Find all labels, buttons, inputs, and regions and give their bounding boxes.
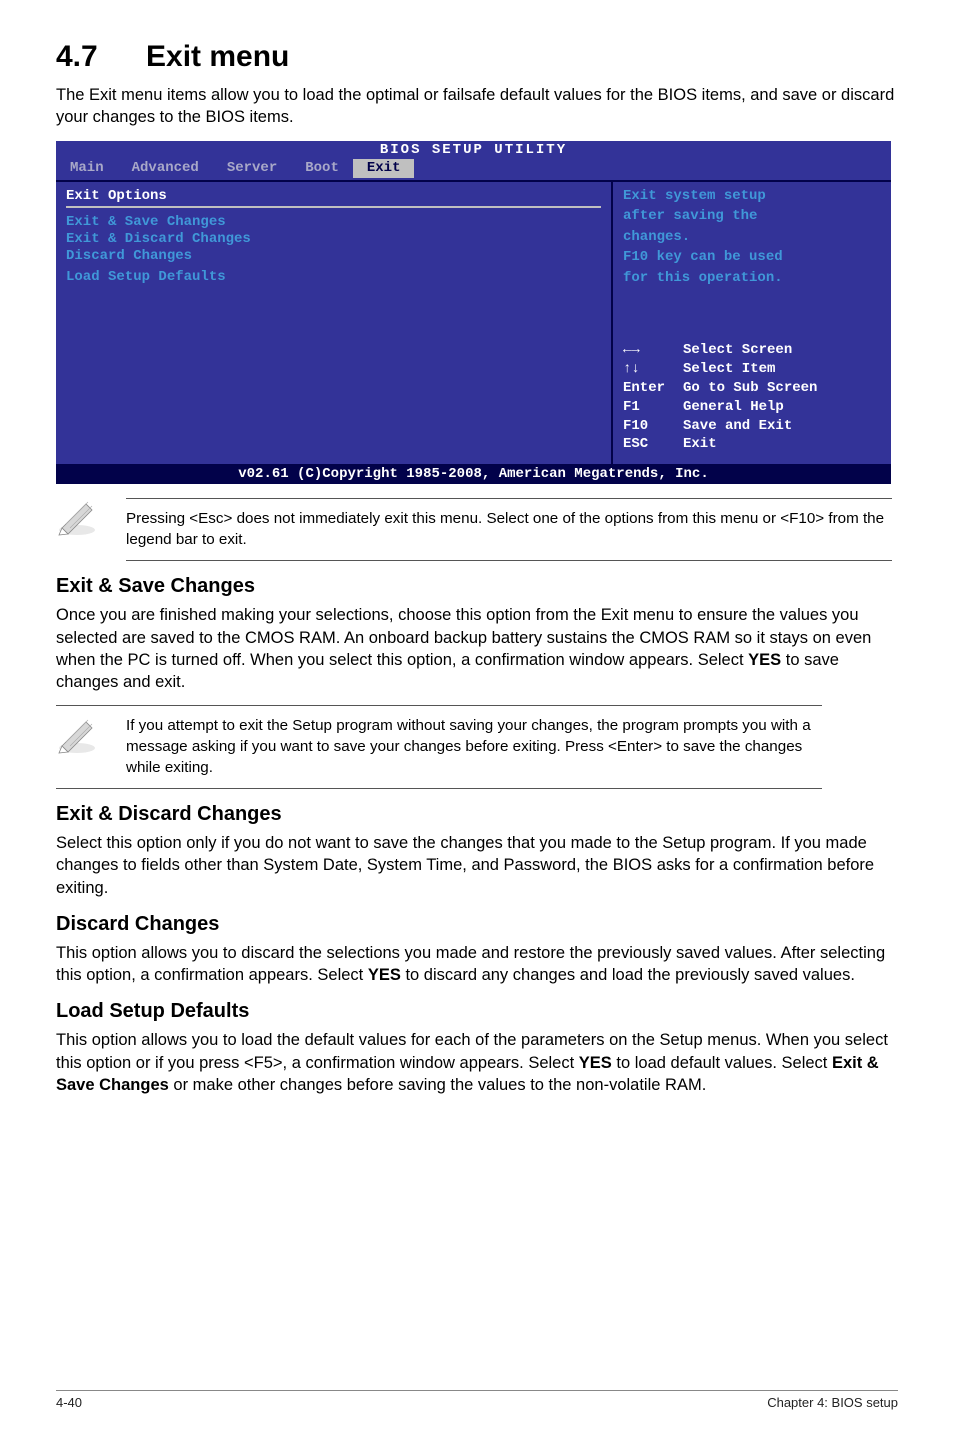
opt-exit-discard: Exit & Discard Changes [66,231,601,247]
nav-key: Enter [623,379,683,398]
help-line: after saving the [623,208,881,226]
bios-screenshot: BIOS SETUP UTILITY MainAdvancedServerBoo… [56,141,891,485]
opt-load-defaults: Load Setup Defaults [66,269,601,285]
tab-advanced: Advanced [118,159,213,178]
nav-key: F10 [623,417,683,436]
nav-label: Exit [683,436,717,452]
divider [66,206,601,208]
note-callout: If you attempt to exit the Setup program… [56,705,822,789]
pencil-icon [56,498,98,536]
bios-footer: v02.61 (C)Copyright 1985-2008, American … [56,464,891,484]
page-footer: 4-40 Chapter 4: BIOS setup [56,1390,898,1410]
nav-row: F1General Help [623,398,881,417]
intro-paragraph: The Exit menu items allow you to load th… [56,84,898,129]
help-line: F10 key can be used [623,249,881,267]
help-line: Exit system setup [623,188,881,206]
opt-discard: Discard Changes [66,248,601,264]
nav-help: Select Screen Select Item EnterGo to Sub… [623,341,881,454]
arrow-lr-icon [623,341,683,360]
opt-exit-save: Exit & Save Changes [66,214,601,230]
bios-left-pane: Exit Options Exit & Save Changes Exit & … [56,182,613,465]
help-line: for this operation. [623,270,881,288]
nav-label: Go to Sub Screen [683,380,817,396]
note-callout: Pressing <Esc> does not immediately exit… [56,498,898,561]
section-number: 4.7 [56,40,146,74]
bios-right-pane: Exit system setup after saving the chang… [613,182,891,465]
note-text: If you attempt to exit the Setup program… [126,716,822,778]
subheading-load-defaults: Load Setup Defaults [56,1000,898,1023]
nav-label: General Help [683,399,784,415]
subheading-discard: Discard Changes [56,913,898,936]
nav-row: EnterGo to Sub Screen [623,379,881,398]
nav-label: Save and Exit [683,418,792,434]
note-text: Pressing <Esc> does not immediately exit… [126,498,892,561]
paragraph: Once you are finished making your select… [56,604,898,693]
nav-label: Select Item [683,361,775,377]
bios-body: Exit Options Exit & Save Changes Exit & … [56,180,891,465]
chapter-label: Chapter 4: BIOS setup [767,1395,898,1410]
bios-title: BIOS SETUP UTILITY [56,141,891,159]
arrow-ud-icon [623,360,683,379]
nav-row: Select Screen [623,341,881,360]
nav-key: F1 [623,398,683,417]
help-line: changes. [623,229,881,247]
page-title: 4.7Exit menu [56,40,898,74]
bios-left-heading: Exit Options [66,188,601,204]
tab-main: Main [56,159,118,178]
subheading-exit-discard: Exit & Discard Changes [56,803,898,826]
paragraph: This option allows you to load the defau… [56,1029,898,1096]
tab-boot: Boot [291,159,353,178]
nav-row: ESCExit [623,435,881,454]
nav-label: Select Screen [683,342,792,358]
nav-row: F10Save and Exit [623,417,881,436]
pencil-icon [56,716,98,754]
nav-row: Select Item [623,360,881,379]
subheading-exit-save: Exit & Save Changes [56,575,898,598]
tab-server: Server [213,159,291,178]
nav-key: ESC [623,435,683,454]
bios-tab-bar: MainAdvancedServerBootExit [56,159,891,180]
tab-exit: Exit [353,159,415,178]
paragraph: This option allows you to discard the se… [56,942,898,987]
paragraph: Select this option only if you do not wa… [56,832,898,899]
page-number: 4-40 [56,1395,82,1410]
section-title: Exit menu [146,40,289,73]
